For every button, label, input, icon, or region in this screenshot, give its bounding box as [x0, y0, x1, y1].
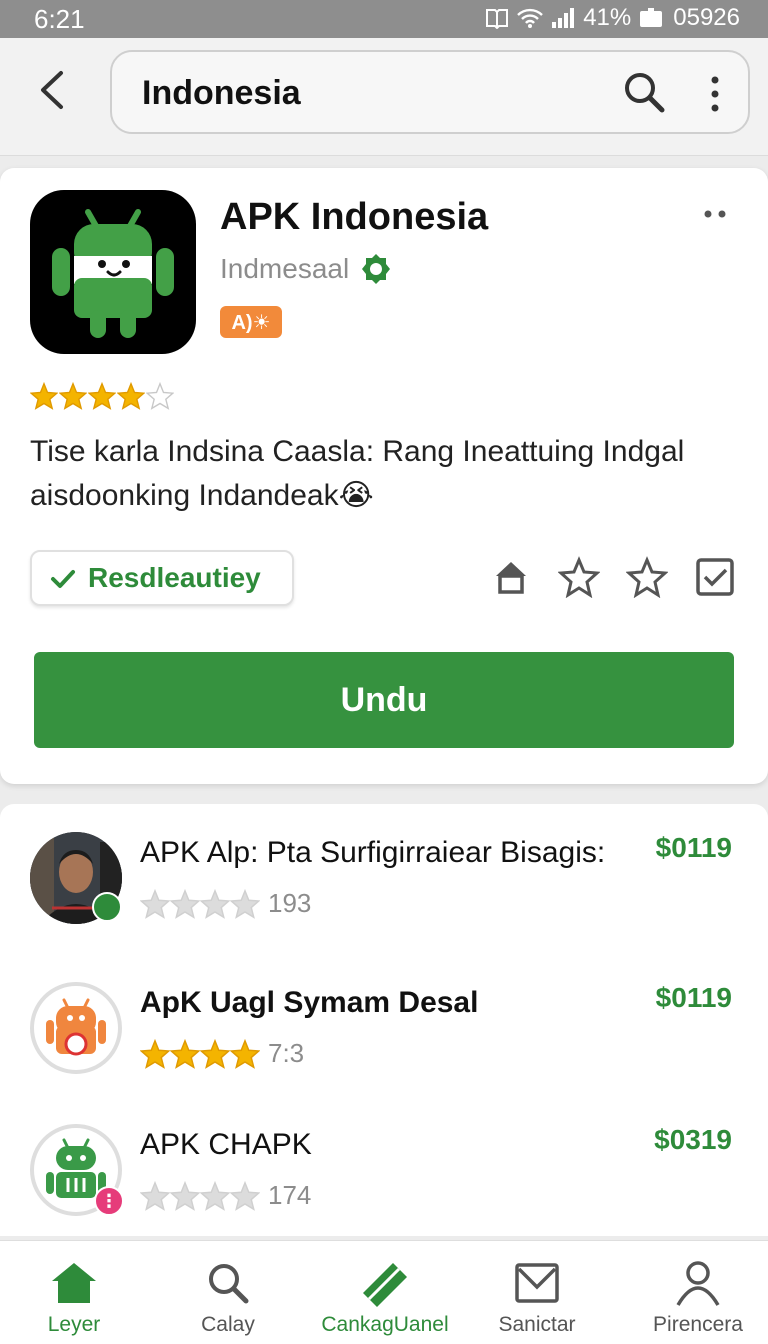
content-rating-badge: A)☀: [220, 306, 282, 338]
back-arrow-icon: [41, 71, 63, 109]
rate-button[interactable]: [625, 556, 669, 599]
notification-badge-icon: ⋮: [94, 1186, 124, 1216]
star-icon: [140, 1180, 170, 1211]
nav-label: Leyer: [47, 1313, 101, 1336]
list-item[interactable]: ⋮ APK CHAPK $0319 174: [0, 1096, 768, 1236]
nav-updates[interactable]: CankagUanel: [310, 1241, 460, 1344]
star-outline-icon: [625, 556, 669, 599]
star-icon: [117, 382, 145, 410]
developer-name[interactable]: Indmesaal: [220, 253, 349, 285]
card-more-button[interactable]: [696, 202, 736, 226]
status-bar: 6:21 41% 05926: [0, 0, 768, 38]
star-icon: [170, 1038, 200, 1069]
app-star-rating: [30, 382, 174, 410]
android-badge-icon: [92, 892, 122, 922]
nav-label: Sanictar: [498, 1313, 576, 1336]
star-icon: [146, 382, 174, 410]
house-icon: [496, 562, 526, 594]
star-icon: [88, 382, 116, 410]
related-apps-list: APK Alp: Pta Surfigirraiear Bisagis: $01…: [0, 804, 768, 1236]
wifi-icon: [517, 7, 544, 29]
list-item-name: ApK Uagl Symam Desal: [140, 986, 479, 1019]
status-time: 6:21: [34, 4, 85, 34]
star-icon: [170, 888, 200, 919]
star-rating: [140, 1180, 260, 1211]
nav-search[interactable]: Calay: [178, 1241, 278, 1344]
list-item-rating: 193: [140, 888, 311, 919]
app-detail-card: APK Indonesia Indmesaal A)☀ Tise karla I…: [0, 168, 768, 784]
back-button[interactable]: [28, 66, 76, 114]
list-item-name: APK CHAPK: [140, 1128, 312, 1161]
star-icon: [200, 1180, 230, 1211]
app-android-logo-icon: [30, 190, 196, 354]
star-icon: [170, 1180, 200, 1211]
android-app-icon: [30, 982, 122, 1074]
list-item[interactable]: APK Alp: Pta Surfigirraiear Bisagis: $01…: [0, 804, 768, 944]
list-item-name: APK Alp: Pta Surfigirraiear Bisagis:: [140, 836, 606, 869]
favorite-button[interactable]: [557, 556, 601, 599]
star-icon: [230, 1038, 260, 1069]
list-item-price: $0319: [654, 1124, 732, 1155]
nav-label: Calay: [201, 1313, 255, 1336]
mail-icon: [515, 1263, 559, 1303]
star-icon: [230, 888, 260, 919]
battery-percent: 41%: [583, 4, 632, 31]
star-icon: [140, 1038, 170, 1069]
star-icon: [200, 1038, 230, 1069]
star-icon: [59, 382, 87, 410]
wishlist-button[interactable]: [694, 556, 736, 598]
profile-icon: [676, 1261, 720, 1306]
star-rating: [140, 1038, 260, 1069]
bottom-navigation: Leyer Calay CankagUanel Sanictar Pirence…: [0, 1240, 768, 1344]
list-item-rating: 7:3: [140, 1038, 304, 1069]
star-outline-icon: [557, 556, 601, 599]
list-item-price: $0119: [655, 832, 732, 863]
overflow-menu-button[interactable]: [700, 70, 730, 118]
battery-icon: [639, 7, 665, 29]
star-icon: [200, 888, 230, 919]
search-icon: [209, 1264, 249, 1304]
verified-button[interactable]: Resdleautiey: [30, 550, 294, 606]
star-icon: [140, 888, 170, 919]
book-icon: [485, 7, 509, 29]
home-icon: [52, 1263, 96, 1303]
star-rating: [140, 888, 260, 919]
more-vertical-icon: [711, 76, 719, 112]
list-item-rating: 174: [140, 1180, 311, 1211]
download-button[interactable]: Undu: [34, 652, 734, 748]
nav-label: CankagUanel: [321, 1313, 449, 1336]
search-button[interactable]: [620, 68, 668, 116]
app-description: Tise karla Indsina Caasla: Rang Ineattui…: [30, 435, 685, 512]
list-item-count: 7:3: [268, 1038, 305, 1068]
checkmark-icon: [51, 570, 75, 588]
card-actions: [490, 556, 736, 599]
search-bar[interactable]: Indonesia: [110, 50, 750, 134]
verified-badge-icon: [362, 254, 391, 284]
search-input[interactable]: Indonesia: [142, 74, 602, 113]
list-item-count: 174: [268, 1180, 312, 1210]
star-icon: [30, 382, 58, 410]
search-icon: [625, 73, 665, 113]
verified-label: Resdleautiey: [88, 562, 261, 593]
list-item-count: 193: [268, 888, 312, 918]
nav-home[interactable]: Leyer: [24, 1241, 124, 1344]
more-horizontal-icon: [704, 210, 726, 218]
nav-label: Pirencera: [653, 1313, 743, 1336]
star-icon: [230, 1180, 260, 1211]
signal-icon: [551, 7, 575, 29]
nav-messages[interactable]: Sanictar: [482, 1241, 592, 1344]
nav-profile[interactable]: Pirencera: [640, 1241, 756, 1344]
list-item[interactable]: ApK Uagl Symam Desal $0119 7:3: [0, 954, 768, 1094]
status-extra: 05926: [673, 4, 740, 31]
list-item-price: $0119: [655, 982, 732, 1013]
share-button[interactable]: [490, 556, 532, 598]
ticket-icon: [363, 1263, 407, 1307]
app-title: APK Indonesia: [220, 196, 489, 238]
checkbox-icon: [696, 558, 734, 596]
top-bar: Indonesia: [0, 38, 768, 156]
status-icons: 41% 05926: [485, 4, 740, 32]
developer-row: Indmesaal: [220, 252, 393, 286]
